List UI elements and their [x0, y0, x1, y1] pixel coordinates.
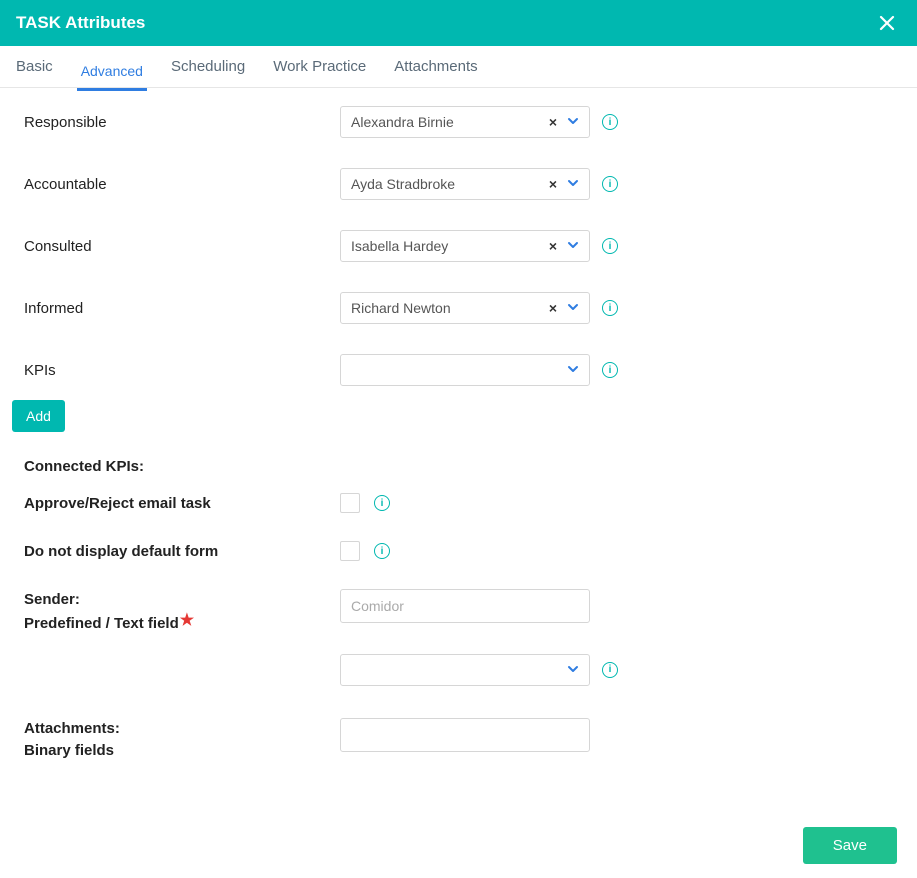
row-responsible: Responsible Alexandra Birnie × i	[14, 106, 903, 138]
tab-attachments[interactable]: Attachments	[390, 47, 481, 88]
row-do-not-display: Do not display default form i	[14, 541, 903, 561]
attachments-line1: Attachments:	[24, 720, 120, 737]
label-accountable: Accountable	[14, 176, 340, 193]
select-kpis[interactable]	[340, 354, 590, 386]
form-content: Responsible Alexandra Birnie × i Account…	[0, 88, 917, 813]
select-value-informed: Richard Newton	[351, 300, 549, 316]
label-consulted: Consulted	[14, 238, 340, 255]
row-kpis: KPIs i	[14, 354, 903, 386]
select-value-accountable: Ayda Stradbroke	[351, 176, 549, 192]
add-button[interactable]: Add	[12, 400, 65, 432]
select-value-consulted: Isabella Hardey	[351, 238, 549, 254]
tab-basic[interactable]: Basic	[12, 47, 57, 88]
sender-line1: Sender:	[24, 591, 80, 608]
close-button[interactable]	[873, 9, 901, 37]
label-sender: Sender: Predefined / Text field★	[14, 589, 340, 636]
save-button[interactable]: Save	[803, 827, 897, 864]
select-accountable[interactable]: Ayda Stradbroke ×	[340, 168, 590, 200]
row-sender-select: i	[14, 654, 903, 686]
sender-line2: Predefined / Text field	[24, 615, 179, 632]
row-attachments: Attachments: Binary fields	[14, 718, 903, 763]
required-star-icon: ★	[180, 612, 194, 629]
row-approve-reject: Approve/Reject email task i	[14, 493, 903, 513]
label-informed: Informed	[14, 300, 340, 317]
tab-work-practice[interactable]: Work Practice	[269, 47, 370, 88]
clear-icon[interactable]: ×	[549, 238, 557, 254]
label-attachments: Attachments: Binary fields	[14, 718, 340, 763]
info-icon[interactable]: i	[374, 543, 390, 559]
checkbox-approve-reject[interactable]	[340, 493, 360, 513]
clear-icon[interactable]: ×	[549, 300, 557, 316]
chevron-down-icon[interactable]	[567, 362, 579, 378]
checkbox-do-not-display[interactable]	[340, 541, 360, 561]
task-attributes-modal: TASK Attributes Basic Advanced Schedulin…	[0, 0, 917, 878]
connected-kpis-label: Connected KPIs:	[24, 458, 903, 475]
tab-scheduling[interactable]: Scheduling	[167, 47, 249, 88]
info-icon[interactable]: i	[374, 495, 390, 511]
select-responsible[interactable]: Alexandra Birnie ×	[340, 106, 590, 138]
select-value-responsible: Alexandra Birnie	[351, 114, 549, 130]
info-icon[interactable]: i	[602, 114, 618, 130]
attachments-line2: Binary fields	[24, 742, 114, 759]
info-icon[interactable]: i	[602, 176, 618, 192]
row-sender: Sender: Predefined / Text field★	[14, 589, 903, 636]
label-responsible: Responsible	[14, 114, 340, 131]
info-icon[interactable]: i	[602, 300, 618, 316]
row-consulted: Consulted Isabella Hardey × i	[14, 230, 903, 262]
chevron-down-icon[interactable]	[567, 300, 579, 316]
info-icon[interactable]: i	[602, 662, 618, 678]
tab-advanced[interactable]: Advanced	[77, 50, 147, 91]
tab-bar: Basic Advanced Scheduling Work Practice …	[0, 46, 917, 88]
modal-title: TASK Attributes	[16, 13, 145, 33]
info-icon[interactable]: i	[602, 362, 618, 378]
select-informed[interactable]: Richard Newton ×	[340, 292, 590, 324]
modal-header: TASK Attributes	[0, 0, 917, 46]
clear-icon[interactable]: ×	[549, 114, 557, 130]
label-kpis: KPIs	[14, 362, 340, 379]
select-consulted[interactable]: Isabella Hardey ×	[340, 230, 590, 262]
chevron-down-icon[interactable]	[567, 238, 579, 254]
row-informed: Informed Richard Newton × i	[14, 292, 903, 324]
row-accountable: Accountable Ayda Stradbroke × i	[14, 168, 903, 200]
close-icon	[877, 13, 897, 33]
label-do-not-display: Do not display default form	[14, 543, 340, 560]
clear-icon[interactable]: ×	[549, 176, 557, 192]
label-approve-reject: Approve/Reject email task	[14, 495, 340, 512]
select-sender[interactable]	[340, 654, 590, 686]
chevron-down-icon[interactable]	[567, 662, 579, 678]
modal-footer: Save	[0, 813, 917, 878]
sender-input[interactable]	[340, 589, 590, 623]
chevron-down-icon[interactable]	[567, 176, 579, 192]
chevron-down-icon[interactable]	[567, 114, 579, 130]
attachments-input[interactable]	[340, 718, 590, 752]
info-icon[interactable]: i	[602, 238, 618, 254]
